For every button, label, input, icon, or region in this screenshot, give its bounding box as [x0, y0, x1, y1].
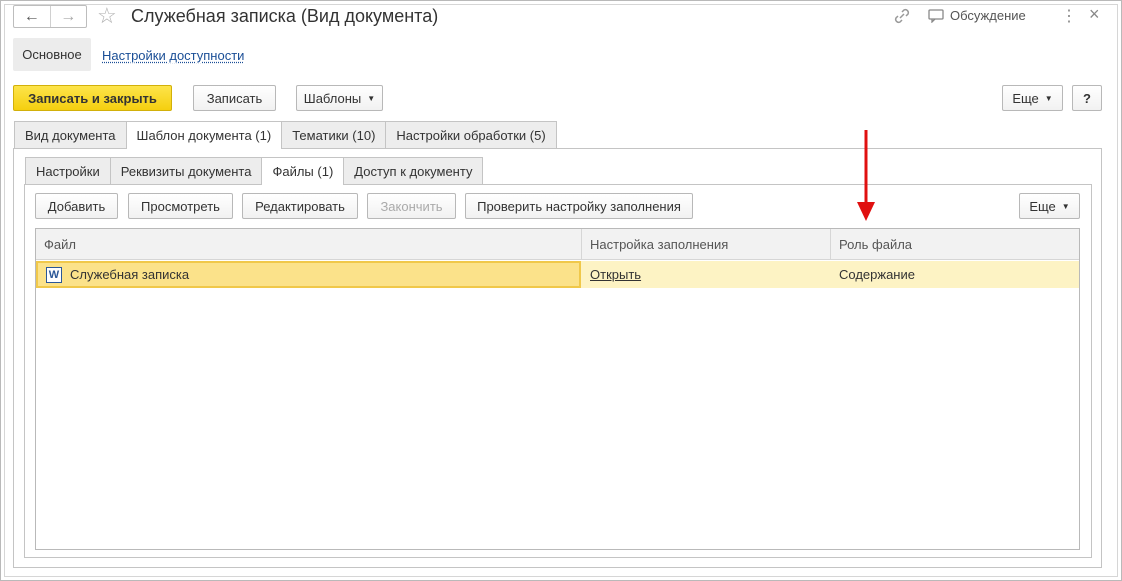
tab-topics[interactable]: Тематики (10): [281, 121, 387, 148]
file-cell[interactable]: W Служебная записка: [36, 261, 581, 288]
chevron-down-icon: ▼: [1044, 93, 1053, 103]
check-fill-settings-button[interactable]: Проверить настройку заполнения: [465, 193, 693, 219]
arrow-right-icon[interactable]: →: [49, 6, 87, 27]
save-button[interactable]: Записать: [193, 85, 276, 111]
sub-tabs: Настройки Реквизиты документа Файлы (1) …: [25, 157, 484, 185]
window-title: Служебная записка (Вид документа): [131, 6, 439, 26]
column-header-fill-setting[interactable]: Настройка заполнения: [582, 229, 831, 260]
chevron-down-icon: ▼: [367, 93, 376, 103]
star-icon[interactable]: ☆: [97, 3, 117, 29]
save-and-close-button[interactable]: Записать и закрыть: [13, 85, 172, 111]
edit-button[interactable]: Редактировать: [242, 193, 358, 219]
arrow-left-icon[interactable]: ←: [14, 6, 50, 27]
chat-icon: [928, 8, 944, 23]
main-tabs: Вид документа Шаблон документа (1) Темат…: [14, 121, 557, 149]
table-row[interactable]: W Служебная записка Открыть Содержание: [36, 261, 1079, 288]
tab-document-access[interactable]: Доступ к документу: [343, 157, 484, 184]
role-cell: Содержание: [839, 267, 915, 282]
tab-document-type[interactable]: Вид документа: [14, 121, 127, 148]
tab-settings[interactable]: Настройки: [25, 157, 111, 184]
file-name: Служебная записка: [70, 267, 190, 282]
fill-setting-cell: Открыть: [582, 261, 831, 288]
table-header: Файл Настройка заполнения Роль файла: [36, 229, 1079, 260]
files-more-button[interactable]: Еще ▼: [1019, 193, 1080, 219]
templates-button[interactable]: Шаблоны ▼: [296, 85, 383, 111]
discussion-button[interactable]: Обсуждение: [928, 8, 1026, 23]
annotation-arrow-icon: [857, 130, 875, 221]
more-label: Еще: [1012, 90, 1039, 106]
help-button[interactable]: ?: [1072, 85, 1102, 111]
link-icon[interactable]: [893, 7, 911, 25]
navigation-buttons: ← →: [13, 5, 87, 28]
more-dots-icon[interactable]: ⋮: [1061, 6, 1077, 26]
chevron-down-icon: ▼: [1061, 201, 1070, 211]
view-button[interactable]: Просмотреть: [128, 193, 233, 219]
section-access-settings[interactable]: Настройки доступности: [102, 48, 244, 63]
add-button[interactable]: Добавить: [35, 193, 118, 219]
files-more-label: Еще: [1029, 198, 1056, 214]
section-main[interactable]: Основное: [13, 38, 91, 71]
tab-processing-settings[interactable]: Настройки обработки (5): [385, 121, 557, 148]
column-header-file[interactable]: Файл: [36, 229, 582, 260]
more-button[interactable]: Еще ▼: [1002, 85, 1063, 111]
tab-files[interactable]: Файлы (1): [261, 157, 345, 185]
column-header-role[interactable]: Роль файла: [831, 229, 1079, 260]
discussion-label: Обсуждение: [950, 8, 1026, 23]
word-file-icon: W: [46, 266, 62, 283]
finish-button[interactable]: Закончить: [367, 193, 456, 219]
files-table: Файл Настройка заполнения Роль файла W С…: [35, 228, 1080, 550]
open-link[interactable]: Открыть: [590, 267, 641, 282]
templates-label: Шаблоны: [303, 90, 362, 106]
close-icon[interactable]: ×: [1089, 4, 1100, 25]
tab-document-template[interactable]: Шаблон документа (1): [125, 121, 283, 149]
tab-document-attributes[interactable]: Реквизиты документа: [109, 157, 263, 184]
